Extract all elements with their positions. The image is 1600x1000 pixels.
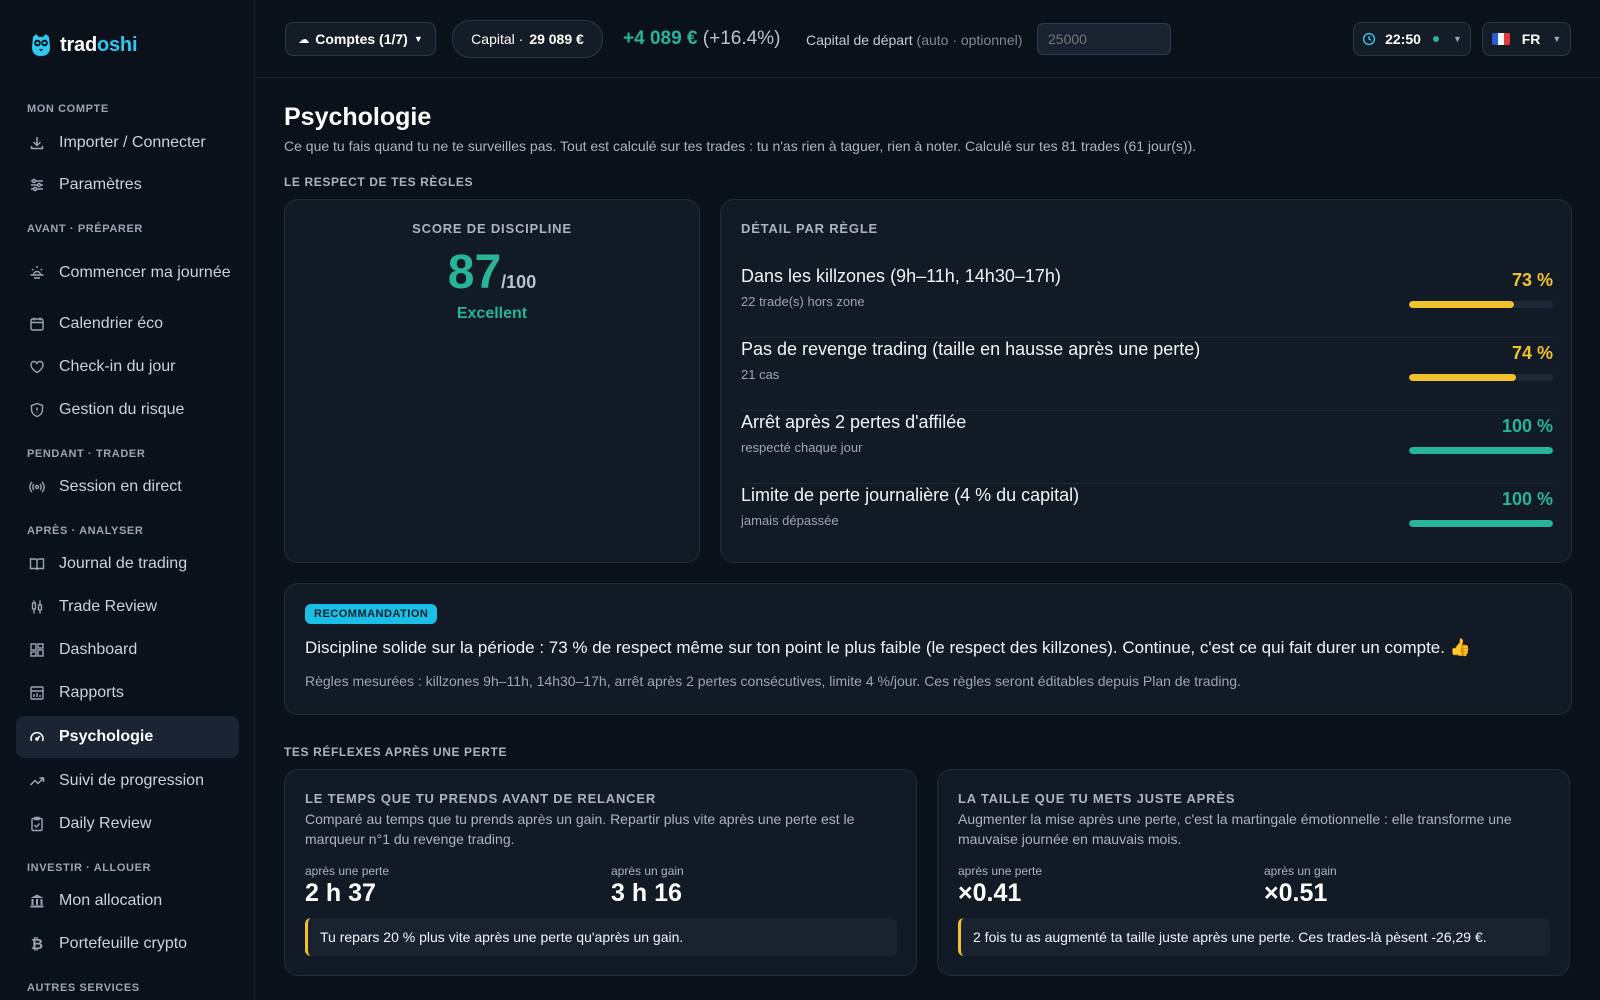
sidebar-section-before: AVANT · PRÉPARER [27, 223, 143, 235]
download-icon [29, 135, 45, 151]
calendar-icon [29, 316, 45, 332]
capital-badge: Capital · 29 089 € [452, 20, 603, 58]
recommendation-badge: RECOMMANDATION [305, 604, 438, 624]
sidebar-item-journal[interactable]: Journal de trading [16, 544, 239, 584]
caret-down-icon: ▼ [413, 34, 423, 44]
insight-callout: Tu repars 20 % plus vite après une perte… [305, 918, 897, 956]
france-flag-icon [1491, 33, 1510, 45]
rule-row: Dans les killzones (9h–11h, 14h30–17h) 2… [741, 266, 1553, 338]
rule-progress-bar [1409, 447, 1553, 454]
sliders-icon [29, 177, 45, 193]
rule-row: Arrêt après 2 pertes d'affilée respecté … [741, 412, 1553, 484]
detail-card-heading: DÉTAIL PAR RÈGLE [741, 221, 879, 236]
clock-icon [1363, 32, 1376, 46]
sidebar-item-reports[interactable]: Rapports [16, 673, 239, 713]
sidebar-item-dashboard[interactable]: Dashboard [16, 630, 239, 670]
sidebar-item-start-day[interactable]: Commencer ma journée [16, 247, 239, 297]
sidebar-item-risk[interactable]: Gestion du risque [16, 390, 239, 430]
owl-logo-icon [32, 34, 50, 56]
sidebar-item-checkin[interactable]: Check-in du jour [16, 347, 239, 387]
sidebar-item-eco-calendar[interactable]: Calendrier éco [16, 304, 239, 344]
rule-percent: 74 % [1511, 343, 1553, 363]
rule-row: Limite de perte journalière (4 % du capi… [741, 485, 1553, 528]
discipline-score: 87/100 [447, 246, 537, 299]
rules-detail-card: DÉTAIL PAR RÈGLE Dans les killzones (9h–… [720, 199, 1572, 563]
rule-percent: 100 % [1501, 416, 1553, 436]
sidebar-section-after: APRÈS · ANALYSER [27, 525, 144, 537]
rules-section-label: LE RESPECT DE TES RÈGLES [284, 175, 474, 189]
gauge-icon [29, 729, 45, 745]
score-card-heading: SCORE DE DISCIPLINE [412, 221, 572, 236]
sidebar: tradoshi MON COMPTE Importer / Connecter… [0, 0, 255, 1000]
bitcoin-icon: ₿ [30, 935, 44, 953]
insight-callout: 2 fois tu as augmenté ta taille juste ap… [958, 918, 1550, 956]
shield-icon [29, 402, 45, 418]
trend-icon [29, 773, 45, 789]
sidebar-section-account: MON COMPTE [27, 103, 109, 115]
grid-icon [29, 642, 45, 658]
sidebar-item-crypto[interactable]: ₿ Portefeuille crypto [16, 924, 239, 964]
broadcast-icon [29, 479, 45, 495]
clipboard-icon [29, 816, 45, 832]
page-title: Psychologie [284, 103, 432, 131]
stat-after-loss: après une perte 2 h 37 [305, 864, 390, 907]
language-dropdown[interactable]: FR ▼ [1482, 22, 1571, 56]
cloud-icon: ☁ [298, 33, 310, 46]
sidebar-item-allocation[interactable]: Mon allocation [16, 881, 239, 921]
app-name: tradoshi [60, 33, 138, 56]
sidebar-item-daily-review[interactable]: Daily Review [16, 804, 239, 844]
start-capital-input[interactable] [1037, 23, 1171, 55]
rule-percent: 73 % [1511, 270, 1553, 290]
rule-row: Pas de revenge trading (taille en hausse… [741, 339, 1553, 411]
sidebar-item-import[interactable]: Importer / Connecter [16, 123, 239, 163]
recommendation-note: Règles mesurées : killzones 9h–11h, 14h3… [305, 673, 1241, 689]
rule-progress-bar [1409, 520, 1553, 527]
sidebar-item-progress[interactable]: Suivi de progression [16, 761, 239, 801]
topbar: ☁ Comptes (1/7) ▼ Capital · 29 089 € +4 … [256, 0, 1600, 78]
accounts-dropdown[interactable]: ☁ Comptes (1/7) ▼ [285, 22, 436, 56]
reflex-card-time: LE TEMPS QUE TU PRENDS AVANT DE RELANCER… [284, 769, 917, 976]
reflexes-section-label: TES RÉFLEXES APRÈS UNE PERTE [284, 745, 508, 759]
sidebar-item-trade-review[interactable]: Trade Review [16, 587, 239, 627]
rule-progress-bar [1409, 374, 1553, 381]
page-subtitle: Ce que tu fais quand tu ne te surveilles… [284, 138, 1197, 154]
stat-after-gain: après un gain ×0.51 [1264, 864, 1337, 907]
rule-percent: 100 % [1501, 489, 1553, 509]
recommendation-card: RECOMMANDATION Discipline solide sur la … [284, 583, 1572, 715]
stat-after-loss: après une perte ×0.41 [958, 864, 1043, 907]
caret-down-icon: ▼ [1552, 34, 1562, 44]
stat-after-gain: après un gain 3 h 16 [611, 864, 684, 907]
time-dropdown[interactable]: 22:50 ▼ [1353, 22, 1471, 56]
sidebar-section-invest: INVESTIR · ALLOUER [27, 862, 152, 874]
bank-icon [29, 893, 45, 909]
rule-progress-bar [1409, 301, 1553, 308]
sidebar-item-psychology[interactable]: Psychologie [16, 716, 239, 758]
gain-value: +4 089 € (+16.4%) [623, 28, 781, 49]
discipline-score-card: SCORE DE DISCIPLINE 87/100 Excellent [284, 199, 700, 563]
sidebar-section-during: PENDANT · TRADER [27, 448, 146, 460]
candles-icon [29, 599, 45, 615]
recommendation-text: Discipline solide sur la période : 73 % … [305, 638, 1471, 657]
sidebar-section-other: AUTRES SERVICES [27, 982, 140, 994]
discipline-verdict: Excellent [456, 305, 528, 322]
start-capital-label: Capital de départ (auto · optionnel) [806, 32, 1023, 48]
report-icon [29, 685, 45, 701]
sunrise-icon [29, 264, 45, 280]
app-logo[interactable]: tradoshi [30, 31, 138, 59]
caret-down-icon: ▼ [1452, 34, 1462, 44]
online-status-dot [1432, 36, 1439, 42]
reflex-card-size: LA TAILLE QUE TU METS JUSTE APRÈS Augmen… [937, 769, 1570, 976]
sidebar-item-settings[interactable]: Paramètres [16, 165, 239, 205]
sidebar-item-live-session[interactable]: Session en direct [16, 467, 239, 507]
book-icon [29, 556, 45, 572]
heart-icon [29, 359, 45, 375]
